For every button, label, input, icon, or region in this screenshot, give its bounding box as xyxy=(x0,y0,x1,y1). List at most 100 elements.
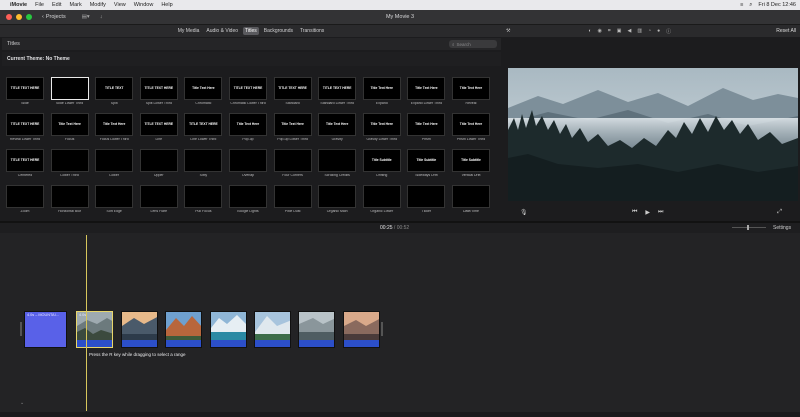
menu-window[interactable]: Window xyxy=(134,2,154,8)
title-tile[interactable]: Ticker xyxy=(407,185,446,219)
tab-titles[interactable]: Titles xyxy=(243,27,259,35)
title-tile[interactable]: Title Text Here Chromatic xyxy=(184,77,223,111)
title-tile[interactable]: Title Text Here Gravity xyxy=(318,113,357,147)
color-correction-icon[interactable]: ◉ xyxy=(598,28,602,35)
title-tile[interactable]: Organic Main xyxy=(318,185,357,219)
title-tile[interactable]: Pull Focus xyxy=(184,185,223,219)
menu-app[interactable]: iMovie xyxy=(10,2,27,8)
clip-filter-icon[interactable]: ● xyxy=(657,28,660,35)
video-clip[interactable] xyxy=(121,311,158,348)
search-field[interactable]: ⌕ Search xyxy=(449,40,497,48)
menu-edit[interactable]: Edit xyxy=(52,2,61,8)
reset-all-button[interactable]: Reset All xyxy=(776,28,796,34)
title-tile[interactable]: TITLE TEXT HERE Centered xyxy=(6,149,44,183)
title-tile[interactable]: Overlap xyxy=(229,149,267,183)
magic-wand-icon[interactable]: ⚒ xyxy=(506,28,510,34)
library-toggle-icon[interactable]: ▤▾ xyxy=(82,14,90,20)
title-tile[interactable]: Title Text Here Expand Lower Third xyxy=(407,77,446,111)
title-tile[interactable]: Slide Lower Third xyxy=(50,77,89,111)
zoom-window-button[interactable] xyxy=(26,14,32,20)
minimize-window-button[interactable] xyxy=(16,14,22,20)
title-tile[interactable]: Four Corners xyxy=(273,149,312,183)
search-icon[interactable]: ⌕ xyxy=(749,2,752,9)
skip-back-icon[interactable]: ⏮ xyxy=(632,209,637,216)
crop-icon[interactable]: ⌗ xyxy=(608,28,611,35)
video-clip-selected[interactable]: 4.0s xyxy=(76,311,113,348)
tab-transitions[interactable]: Transitions xyxy=(298,27,326,35)
menu-mark[interactable]: Mark xyxy=(69,2,81,8)
info-icon[interactable]: ⓘ xyxy=(666,28,671,35)
projects-button[interactable]: ‹ Projects xyxy=(42,14,66,20)
title-tile[interactable]: Title Text Here Expand xyxy=(362,77,401,111)
title-tile[interactable]: Title Text Here Focus xyxy=(50,113,89,147)
fullscreen-icon[interactable]: ⤢ xyxy=(777,209,782,216)
tab-backgrounds[interactable]: Backgrounds xyxy=(262,27,295,35)
title-tile[interactable]: Horizontal Blur xyxy=(50,185,89,219)
title-tile[interactable]: TITLE TEXT HERE Line xyxy=(139,113,178,147)
title-tile[interactable]: Date/Time xyxy=(452,185,490,219)
browser-header: Titles ⌕ Search xyxy=(2,38,501,50)
title-tile[interactable]: Title Subtitle Drifting xyxy=(362,149,401,183)
import-icon[interactable]: ↓ xyxy=(100,14,103,20)
video-clip[interactable] xyxy=(210,311,247,348)
title-tile[interactable]: Title Text Here Gravity Lower Third xyxy=(362,113,401,147)
viewer-preview[interactable] xyxy=(508,68,798,201)
tab-my-media[interactable]: My Media xyxy=(176,27,202,35)
control-center-icon[interactable]: ≡ xyxy=(740,2,743,8)
viewer-toolbar: ⚒ ◐ ◉ ⌗ ▣ ◀ ▥ ◔ ● ⓘ Reset All xyxy=(502,25,800,37)
menu-clock[interactable]: Fri 8 Dec 12:46 xyxy=(758,2,796,8)
menu-view[interactable]: View xyxy=(114,2,126,8)
title-tile[interactable]: Scrolling Credits xyxy=(318,149,357,183)
title-tile[interactable]: Title Subtitle Sideways Drift xyxy=(407,149,446,183)
title-tile[interactable]: Lower Third xyxy=(50,149,89,183)
menu-help[interactable]: Help xyxy=(161,2,172,8)
title-tile[interactable]: Upper xyxy=(139,149,178,183)
title-tile[interactable]: Organic Lower xyxy=(362,185,401,219)
noise-reduction-icon[interactable]: ▥ xyxy=(637,28,642,35)
close-window-button[interactable] xyxy=(6,14,12,20)
title-tile[interactable]: Lens Flare xyxy=(139,185,178,219)
title-tile[interactable]: Title Text Here Prism Lower Third xyxy=(452,113,490,147)
title-tile[interactable]: Zoom xyxy=(6,185,44,219)
video-clip[interactable] xyxy=(254,311,291,348)
title-tile[interactable]: TITLE TEXT Split xyxy=(95,77,134,111)
title-tile[interactable]: Soft Edge xyxy=(95,185,134,219)
settings-button[interactable]: Settings xyxy=(773,225,791,231)
title-clip[interactable]: 4.0s – MOUNTAI... xyxy=(24,311,67,348)
title-tile[interactable]: Title Text Here Focus Lower Third xyxy=(95,113,134,147)
microphone-icon[interactable]: 🎙 xyxy=(520,209,528,216)
color-balance-icon[interactable]: ◐ xyxy=(588,28,591,35)
stabilization-icon[interactable]: ▣ xyxy=(617,28,622,35)
title-tile[interactable]: TITLE TEXT HERE Line Lower Third xyxy=(184,113,223,147)
menu-file[interactable]: File xyxy=(35,2,44,8)
title-tile[interactable]: TITLE TEXT HERE Reveal Lower Third xyxy=(6,113,44,147)
video-clip[interactable] xyxy=(165,311,202,348)
timeline[interactable] xyxy=(0,233,800,417)
video-clip[interactable] xyxy=(298,311,335,348)
title-tile[interactable]: TITLE TEXT HERE Standard xyxy=(273,77,312,111)
tab-audio-video[interactable]: Audio & Video xyxy=(204,27,240,35)
title-tile[interactable]: Lower xyxy=(95,149,134,183)
video-clip[interactable] xyxy=(343,311,380,348)
title-tile[interactable]: Title Text Here Reveal xyxy=(452,77,490,111)
zoom-slider-handle[interactable] xyxy=(747,225,749,230)
title-tile[interactable]: Title Text Here Prism xyxy=(407,113,446,147)
playhead[interactable] xyxy=(86,235,87,411)
title-tile[interactable]: TITLE TEXT HERE Slide xyxy=(6,77,44,111)
title-tile[interactable]: TITLE TEXT HERE Split Lower Third xyxy=(139,77,178,111)
title-tile[interactable]: Pixie Dust xyxy=(273,185,312,219)
title-tile[interactable]: Title Subtitle Vertical Drift xyxy=(452,149,490,183)
title-tile[interactable]: Title Text Here Pop-up Lower Third xyxy=(273,113,312,147)
title-tile[interactable]: Sixty xyxy=(184,149,223,183)
volume-icon[interactable]: ◀ xyxy=(627,28,631,35)
title-tile[interactable]: Title Text Here Pop-up xyxy=(229,113,267,147)
title-tile[interactable]: Boogie Lights xyxy=(229,185,267,219)
speed-icon[interactable]: ◔ xyxy=(648,28,651,35)
zoom-slider-track[interactable] xyxy=(732,227,766,228)
timeline-zoom-icon[interactable]: ⌄ xyxy=(20,400,24,406)
title-tile[interactable]: TITLE TEXT HERE Chromatic Lower Third xyxy=(229,77,267,111)
skip-forward-icon[interactable]: ⏭ xyxy=(658,209,663,216)
menu-modify[interactable]: Modify xyxy=(90,2,106,8)
play-icon[interactable]: ▶ xyxy=(645,209,650,216)
title-tile[interactable]: TITLE TEXT HERE Standard Lower Third xyxy=(318,77,357,111)
